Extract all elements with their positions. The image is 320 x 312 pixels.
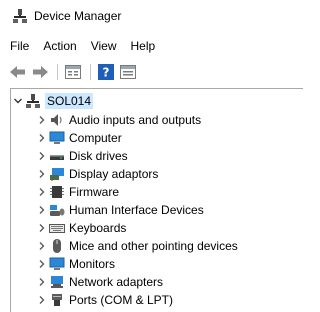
menu-view[interactable]: View bbox=[85, 37, 123, 55]
view-icon[interactable] bbox=[118, 62, 138, 82]
tree-item-audio[interactable]: Audio inputs and outputs bbox=[11, 111, 304, 129]
firmware-icon bbox=[49, 184, 65, 200]
keyboard-icon bbox=[49, 220, 65, 236]
chevron-right-icon[interactable] bbox=[35, 111, 49, 129]
tree-item-label: Computer bbox=[69, 131, 122, 145]
toolbar-separator bbox=[57, 64, 58, 80]
computer-node-icon bbox=[25, 93, 41, 109]
network-adapter-icon bbox=[49, 274, 65, 290]
chevron-down-icon[interactable] bbox=[11, 92, 25, 110]
tree-root-label: SOL014 bbox=[45, 93, 94, 109]
chevron-right-icon[interactable] bbox=[35, 219, 49, 237]
menu-file[interactable]: File bbox=[4, 37, 35, 55]
tree-item-label: Display adaptors bbox=[69, 167, 159, 181]
chevron-right-icon[interactable] bbox=[35, 147, 49, 165]
chevron-right-icon[interactable] bbox=[35, 273, 49, 291]
display-adapter-icon bbox=[49, 166, 65, 182]
title-bar: Device Manager bbox=[0, 0, 303, 32]
menu-bar: File Action View Help bbox=[0, 36, 303, 56]
toolbar-separator bbox=[90, 64, 91, 80]
tree-item-ports[interactable]: Ports (COM & LPT) bbox=[11, 291, 304, 309]
chevron-right-icon[interactable] bbox=[35, 237, 49, 255]
tree-item-label: Keyboards bbox=[69, 221, 127, 235]
monitor-icon bbox=[49, 256, 65, 272]
svg-text:?: ? bbox=[103, 66, 110, 80]
menu-action[interactable]: Action bbox=[37, 37, 82, 55]
tree-item-firmware[interactable]: Firmware bbox=[11, 183, 304, 201]
chevron-right-icon[interactable] bbox=[35, 165, 49, 183]
tree-item-keyboards[interactable]: Keyboards bbox=[11, 219, 304, 237]
tree-item-disk-drives[interactable]: Disk drives bbox=[11, 147, 304, 165]
tree-children: Audio inputs and outputs Computer Disk d… bbox=[11, 111, 304, 309]
chevron-right-icon[interactable] bbox=[35, 255, 49, 273]
window-title: Device Manager bbox=[34, 9, 122, 23]
toolbar: ? bbox=[0, 60, 303, 84]
tree-item-label: Network adapters bbox=[69, 275, 164, 289]
chevron-right-icon[interactable] bbox=[35, 291, 49, 309]
tree-item-monitors[interactable]: Monitors bbox=[11, 255, 304, 273]
tree-item-label: Ports (COM & LPT) bbox=[69, 293, 174, 307]
tree-item-mice[interactable]: Mice and other pointing devices bbox=[11, 237, 304, 255]
speaker-icon bbox=[49, 112, 65, 128]
device-manager-icon bbox=[12, 8, 28, 24]
menu-help[interactable]: Help bbox=[125, 37, 162, 55]
mouse-icon bbox=[49, 238, 65, 254]
tree-item-hid[interactable]: Human Interface Devices bbox=[11, 201, 304, 219]
tree-item-label: Monitors bbox=[69, 257, 116, 271]
tree-item-label: Firmware bbox=[69, 185, 119, 199]
help-icon[interactable]: ? bbox=[96, 62, 116, 82]
disk-drive-icon bbox=[49, 148, 65, 164]
properties-icon[interactable] bbox=[63, 62, 83, 82]
tree-item-computer[interactable]: Computer bbox=[11, 129, 304, 147]
tree-item-label: Mice and other pointing devices bbox=[69, 239, 238, 253]
chevron-right-icon[interactable] bbox=[35, 183, 49, 201]
forward-arrow-icon[interactable] bbox=[30, 62, 50, 82]
tree-item-display-adaptors[interactable]: Display adaptors bbox=[11, 165, 304, 183]
chevron-right-icon[interactable] bbox=[35, 129, 49, 147]
hid-icon bbox=[49, 202, 65, 218]
monitor-icon bbox=[49, 130, 65, 146]
tree-item-label: Human Interface Devices bbox=[69, 203, 204, 217]
back-arrow-icon[interactable] bbox=[8, 62, 28, 82]
tree-item-label: Disk drives bbox=[69, 149, 128, 163]
tree-root[interactable]: SOL014 bbox=[11, 92, 94, 110]
device-tree: SOL014 Audio inputs and outputs Computer… bbox=[10, 88, 303, 312]
tree-item-label: Audio inputs and outputs bbox=[69, 113, 202, 127]
tree-item-network-adapters[interactable]: Network adapters bbox=[11, 273, 304, 291]
chevron-right-icon[interactable] bbox=[35, 201, 49, 219]
port-icon bbox=[49, 292, 65, 308]
